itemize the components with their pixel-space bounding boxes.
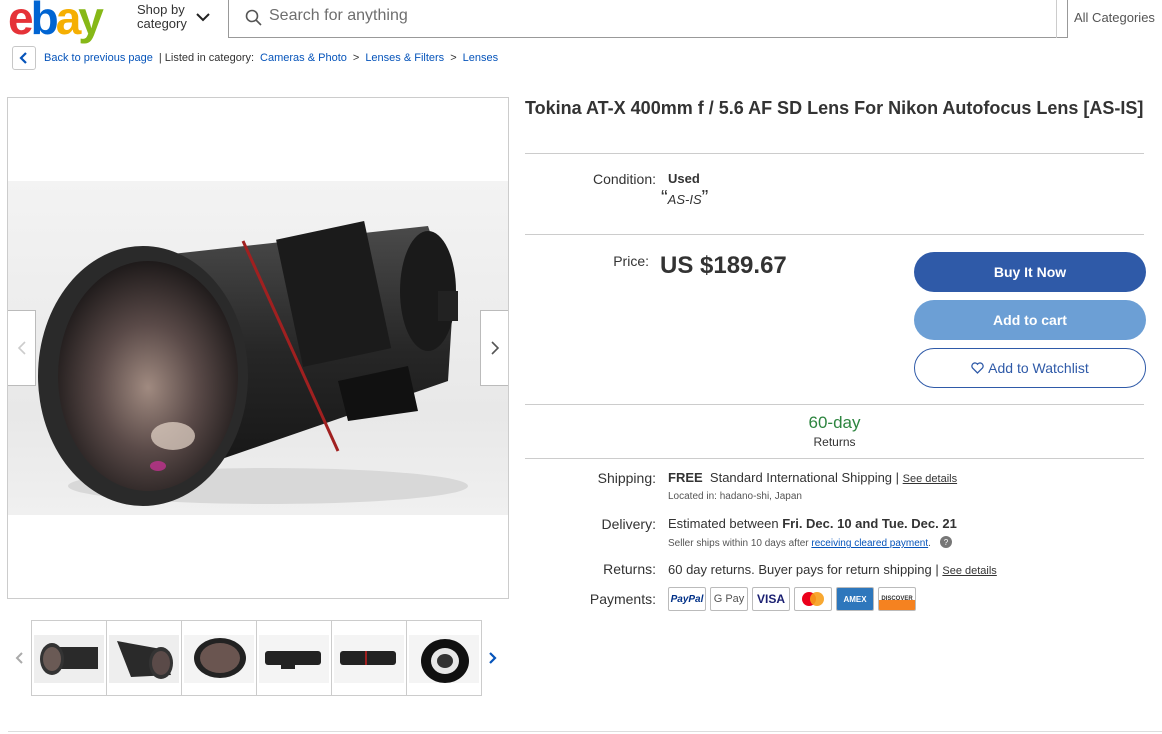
shop-by-label: Shop by	[137, 2, 185, 17]
thumbnail-3[interactable]	[181, 620, 257, 696]
cleared-payment-link[interactable]: receiving cleared payment	[811, 538, 928, 549]
listed-in-label: | Listed in category:	[158, 52, 255, 64]
breadcrumb-item-lenses-filters[interactable]: Lenses & Filters	[365, 52, 444, 64]
thumbnail-4[interactable]	[256, 620, 332, 696]
next-image-button[interactable]	[480, 310, 508, 386]
add-to-cart-button[interactable]: Add to cart	[914, 300, 1146, 340]
watchlist-label: Add to Watchlist	[988, 360, 1089, 376]
all-categories-select[interactable]: All Categories	[1056, 0, 1162, 38]
shop-by-category-button[interactable]: Shop by category	[137, 3, 187, 31]
thumbnail-strip	[8, 619, 508, 697]
returns-label: Returns:	[603, 561, 656, 577]
main-product-image[interactable]	[7, 97, 509, 599]
header: ebay Shop by category All Categories	[0, 0, 1162, 42]
listing-title: Tokina AT-X 400mm f / 5.6 AF SD Lens For…	[525, 98, 1144, 118]
delivery-label: Delivery:	[601, 516, 656, 532]
heart-icon	[971, 362, 984, 374]
divider	[525, 234, 1144, 235]
thumbnail-1[interactable]	[31, 620, 107, 696]
divider	[525, 458, 1144, 459]
svg-text:?: ?	[943, 538, 948, 547]
paypal-icon: PayPal	[668, 587, 706, 611]
back-to-previous-link[interactable]: Back to previous page	[44, 52, 153, 64]
divider	[8, 731, 1162, 732]
condition-label: Condition:	[592, 171, 656, 187]
shipping-value: FREE Standard International Shipping | S…	[668, 470, 958, 485]
amex-icon: AMEX	[836, 587, 874, 611]
chevron-left-icon[interactable]	[14, 651, 24, 665]
thumbnail-2[interactable]	[106, 620, 182, 696]
breadcrumb-separator: >	[352, 52, 360, 64]
thumbnail-5[interactable]	[331, 620, 407, 696]
chevron-right-icon[interactable]	[488, 651, 498, 665]
price-label: Price:	[613, 253, 649, 269]
lens-illustration	[38, 220, 468, 506]
shipping-label: Shipping:	[597, 470, 656, 486]
search-bar[interactable]	[228, 0, 1068, 38]
returns-value: 60 day returns. Buyer pays for return sh…	[668, 562, 997, 577]
divider	[525, 153, 1144, 154]
mastercard-icon	[794, 587, 832, 611]
returns-badge-label: Returns	[813, 435, 856, 449]
price-value: US $189.67	[660, 252, 787, 279]
located-in: Located in: hadano-shi, Japan	[668, 491, 802, 502]
help-icon[interactable]: ?	[939, 536, 952, 548]
condition-value: Used	[668, 171, 700, 186]
chevron-right-icon	[490, 341, 499, 355]
visa-icon: VISA	[752, 587, 790, 611]
returns-see-details-link[interactable]: See details	[942, 565, 996, 577]
ebay-logo[interactable]: ebay	[8, 0, 104, 42]
breadcrumb-item-lenses[interactable]: Lenses	[463, 52, 498, 64]
search-input[interactable]	[269, 7, 1029, 25]
google-pay-icon: G Pay	[710, 587, 748, 611]
chevron-left-icon	[19, 52, 27, 64]
payments-label: Payments:	[589, 591, 656, 607]
breadcrumb-item-cameras[interactable]: Cameras & Photo	[260, 52, 347, 64]
chevron-left-icon	[17, 341, 26, 355]
shipping-see-details-link[interactable]: See details	[903, 473, 957, 485]
breadcrumb: Back to previous page | Listed in catego…	[12, 46, 498, 70]
returns-days-badge: 60-day	[808, 413, 861, 432]
chevron-down-icon[interactable]	[196, 12, 210, 22]
back-button[interactable]	[12, 46, 36, 70]
delivery-value: Estimated between Fri. Dec. 10 and Tue. …	[668, 516, 957, 531]
search-icon	[245, 9, 262, 26]
category-label: category	[137, 16, 187, 31]
buy-it-now-button[interactable]: Buy It Now	[914, 252, 1146, 292]
add-to-watchlist-button[interactable]: Add to Watchlist	[914, 348, 1146, 388]
thumbnail-6[interactable]	[406, 620, 482, 696]
condition-note: “AS-IS”	[661, 187, 709, 209]
payment-methods: PayPal G Pay VISA AMEX DISCOVER	[668, 587, 916, 611]
divider	[525, 404, 1144, 405]
discover-icon: DISCOVER	[878, 587, 916, 611]
product-photo	[8, 181, 508, 515]
seller-ships-note: Seller ships within 10 days after receiv…	[668, 536, 952, 549]
previous-image-button[interactable]	[8, 310, 36, 386]
breadcrumb-separator: >	[450, 52, 457, 64]
